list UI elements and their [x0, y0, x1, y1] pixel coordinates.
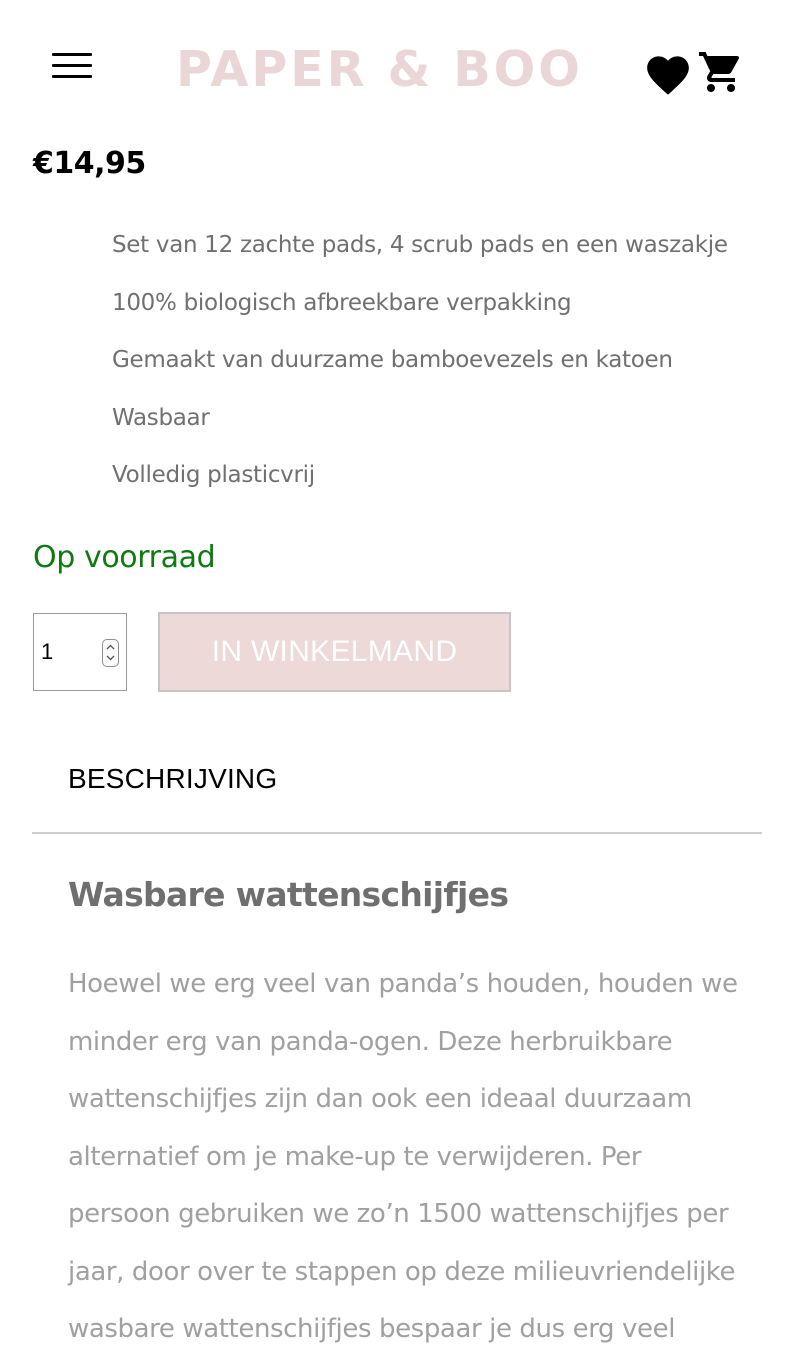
description-body: Hoewel we erg veel van panda’s houden, h…	[68, 956, 748, 1359]
chevron-down-icon[interactable]	[105, 654, 116, 662]
feature-item: Wasbaar	[112, 404, 210, 431]
quantity-input[interactable]: 1	[33, 613, 127, 691]
stock-status: Op voorraad	[33, 540, 216, 575]
description-line: alternatief om je make-up te verwijderen…	[68, 1141, 642, 1172]
description-line: persoon gebruiken we zo’n 1500 wattensch…	[68, 1199, 729, 1229]
description-line: jaar, door over te stappen op deze milie…	[68, 1256, 736, 1287]
cart-icon[interactable]	[697, 48, 745, 96]
description-line: wasbare wattenschijfjes bespaar je dus e…	[68, 1314, 676, 1344]
feature-item: 100% biologisch afbreekbare verpakking	[112, 289, 572, 316]
site-logo[interactable]: PAPER & BOO	[176, 38, 580, 102]
add-to-cart-button[interactable]: IN WINKELMAND	[158, 612, 511, 692]
heart-icon[interactable]	[643, 50, 693, 96]
description-line: wattenschijfjes zijn dan ook een ideaal …	[68, 1084, 692, 1114]
hamburger-menu-icon[interactable]	[52, 53, 92, 79]
description-title: Wasbare wattenschijfjes	[68, 875, 509, 914]
site-header: PAPER & BOO	[0, 0, 794, 130]
description-line: minder erg van panda-ogen. Deze herbruik…	[68, 1026, 673, 1057]
quantity-value[interactable]: 1	[41, 614, 53, 690]
feature-item: Set van 12 zachte pads, 4 scrub pads en …	[112, 232, 728, 258]
feature-list: Set van 12 zachte pads, 4 scrub pads en …	[112, 222, 728, 510]
quantity-stepper[interactable]	[102, 639, 119, 667]
tab-description[interactable]: BESCHRIJVING	[68, 758, 277, 800]
chevron-up-icon[interactable]	[105, 643, 116, 651]
tab-divider	[32, 832, 762, 834]
feature-item: Gemaakt van duurzame bamboevezels en kat…	[112, 347, 673, 373]
feature-item: Volledig plasticvrij	[112, 462, 315, 488]
description-line: Hoewel we erg veel van panda’s houden, h…	[68, 969, 738, 999]
product-price: €14,95	[33, 146, 146, 181]
